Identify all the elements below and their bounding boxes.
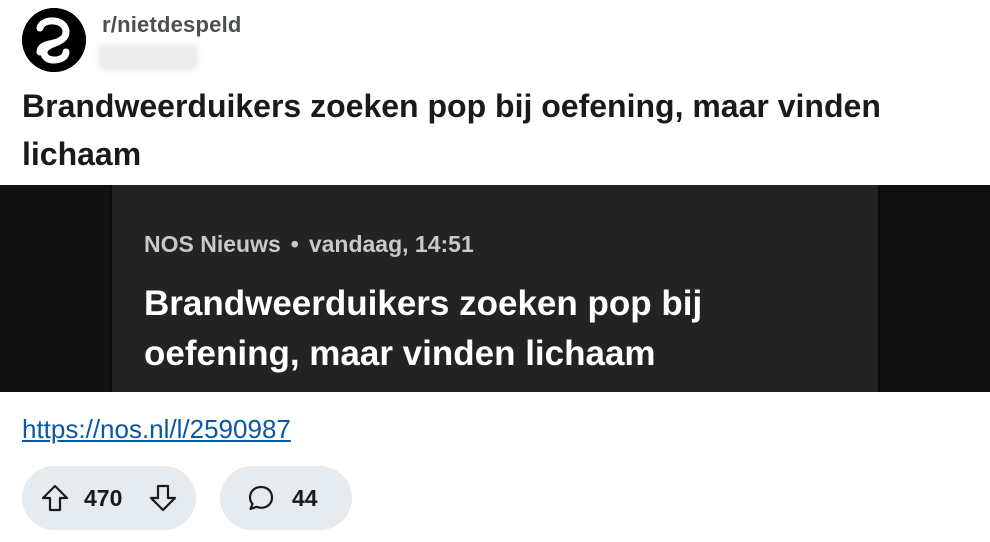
subreddit-logo-icon[interactable] [22,8,86,72]
separator-dot: • [290,231,299,257]
news-source: NOS Nieuws [144,231,281,257]
image-right-margin [880,185,990,392]
post-title[interactable]: Brandweerduikers zoeken pop bij oefening… [22,82,922,178]
post-image[interactable]: NOS Nieuws • vandaag, 14:51 Brandweerduike… [0,185,990,392]
arrow-down-icon[interactable] [148,483,178,513]
news-card: NOS Nieuws • vandaag, 14:51 Brandweerduike… [112,185,878,392]
image-left-margin [0,185,110,392]
news-time: vandaag, 14:51 [308,231,474,257]
vote-pill: 470 [22,466,196,530]
comment-count: 44 [292,485,318,511]
speech-bubble-icon [246,483,276,513]
reddit-post: r/nietdespeld Brandweerduikers zoeken po… [0,0,990,542]
post-meta-blurred [98,44,198,70]
news-source-line: NOS Nieuws • vandaag, 14:51 [144,231,474,258]
news-headline: Brandweerduikers zoeken pop bij oefening… [144,284,703,373]
arrow-up-icon[interactable] [40,483,70,513]
subreddit-name[interactable]: r/nietdespeld [102,12,242,38]
vote-count: 470 [84,485,123,511]
comments-button[interactable]: 44 [220,466,352,530]
post-link[interactable]: https://nos.nl/l/2590987 [22,414,291,445]
post-header: r/nietdespeld [22,8,922,74]
